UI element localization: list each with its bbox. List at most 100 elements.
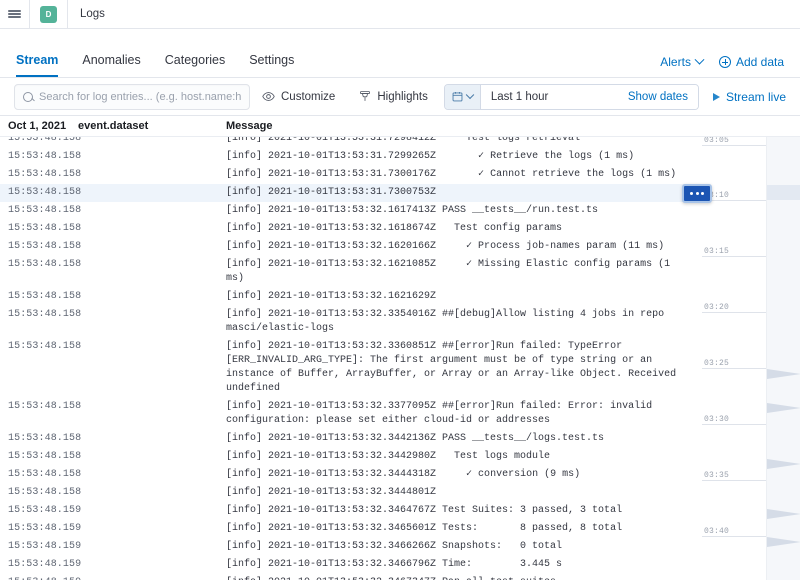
log-message: [info] 2021-10-01T13:53:32.3465601Z Test… — [226, 523, 623, 534]
ellipsis-dot — [701, 191, 704, 195]
log-timestamp: 15:53:48.158 — [8, 487, 82, 498]
search-input[interactable] — [39, 90, 241, 103]
table-row[interactable]: 15:53:48.159 [info] 2021-10-01T13:53:32.3… — [0, 574, 700, 580]
stream-live-button[interactable]: Stream live — [699, 90, 786, 104]
alerts-menu-button[interactable]: Alerts — [660, 54, 705, 68]
tab-stream[interactable]: Stream — [16, 53, 59, 77]
date-range-value[interactable]: Last 1 hour — [480, 84, 618, 109]
table-row[interactable]: 15:53:48.158 [info] 2021-10-01T13:53:32.1… — [0, 220, 700, 238]
customize-button[interactable]: Customize — [250, 90, 347, 103]
table-row[interactable]: 15:53:48.159 [info] 2021-10-01T13:53:32.3… — [0, 538, 700, 556]
minimap-density-marker — [767, 369, 800, 379]
timeline-tick-line — [702, 312, 766, 313]
log-message: [info] 2021-10-01T13:53:32.3442136Z PASS… — [226, 433, 605, 444]
log-timestamp: 15:53:48.158 — [8, 169, 82, 180]
table-row[interactable]: 15:53:48.158 [info] 2021-10-01T13:53:32.3… — [0, 306, 700, 338]
avatar: D — [40, 5, 57, 23]
log-timestamp: 15:53:48.158 — [8, 401, 82, 412]
timeline-tick-line — [702, 424, 766, 425]
log-message: [info] 2021-10-01T13:53:32.3464767Z Test… — [226, 505, 623, 516]
table-row[interactable]: 15:53:48.158 [info] 2021-10-01T13:53:32.3… — [0, 466, 700, 484]
column-header-dataset[interactable]: event.dataset — [78, 120, 226, 132]
log-minimap[interactable] — [766, 137, 800, 580]
log-timestamp: 15:53:48.159 — [8, 505, 82, 516]
log-timestamp: 15:53:48.158 — [8, 151, 82, 162]
log-message: [info] 2021-10-01T13:53:32.1620166Z ✓ Pr… — [226, 241, 665, 252]
minimap-density-marker — [767, 509, 800, 519]
table-row[interactable]: 15:53:48.159 [info] 2021-10-01T13:53:32.3… — [0, 502, 700, 520]
highlight-icon — [359, 90, 371, 103]
table-row[interactable]: 15:53:48.158 [info] 2021-10-01T13:53:31.7… — [0, 166, 700, 184]
column-header-message[interactable]: Message — [226, 120, 704, 132]
tab-categories[interactable]: Categories — [165, 53, 225, 78]
column-headers: Oct 1, 2021 event.dataset Message — [0, 116, 800, 137]
log-timestamp: 15:53:48.158 — [8, 469, 82, 480]
table-row[interactable]: 15:53:48.158 [info] 2021-10-01T13:53:32.1… — [0, 202, 700, 220]
log-timestamp: 15:53:48.159 — [6, 576, 81, 580]
table-row[interactable]: 15:53:48.158 [info] 2021-10-01T13:53:31.7… — [0, 148, 700, 166]
tabs: Stream Anomalies Categories Settings — [16, 53, 294, 78]
log-message: [info] 2021-10-01T13:53:32.3360851Z ##[e… — [226, 341, 683, 394]
log-scroll-region[interactable]: 15:53:48.158 [info] 2021-10-01T13:53:31.7… — [0, 137, 700, 580]
table-row[interactable]: 15:53:48.158 [info] 2021-10-01T13:53:32.3… — [0, 398, 700, 430]
log-message: [info] 2021-10-01T13:53:31.7300753Z — [226, 187, 437, 198]
log-timestamp: 15:53:48.158 — [8, 259, 82, 270]
date-picker: Last 1 hour Show dates — [443, 83, 699, 110]
timeline-tick-label: 03:25 — [704, 359, 730, 368]
table-row[interactable]: 15:53:48.159 [info] 2021-10-01T13:53:32.3… — [0, 520, 700, 538]
table-row[interactable]: 15:53:48.158 [info] 2021-10-01T13:53:32.1… — [0, 256, 700, 288]
table-row[interactable]: 15:53:48.158 [info] 2021-10-01T13:53:32.1… — [0, 288, 700, 306]
log-timestamp: 15:53:48.158 — [8, 309, 82, 320]
log-timestamp: 15:53:48.158 — [8, 223, 82, 234]
calendar-icon — [452, 91, 463, 102]
log-timestamp: 15:53:48.158 — [8, 241, 82, 252]
timeline-tick-label: 03:15 — [704, 247, 730, 256]
timeline-ruler[interactable]: 03:05 03:10 03:15 03:20 03:25 03:30 03:35 03:40… — [700, 137, 766, 580]
tab-anomalies[interactable]: Anomalies — [82, 53, 140, 78]
hamburger-icon[interactable] — [0, 0, 29, 28]
log-timestamp: 15:53:48.158 — [8, 137, 82, 144]
table-row[interactable]: 15:53:48.158 [info] 2021-10-01T13:53:32.1… — [0, 238, 700, 256]
column-header-time: Oct 1, 2021 — [8, 120, 67, 132]
log-timestamp: 15:53:48.159 — [8, 541, 82, 552]
log-message: [info] 2021-10-01T13:53:32.1621629Z — [226, 291, 437, 302]
minimap-density-marker — [767, 403, 800, 413]
log-message: [info] 2021-10-01T13:53:32.1621085Z ✓ Mi… — [226, 259, 677, 284]
log-timestamp: 15:53:48.159 — [8, 523, 82, 534]
timeline-tick-label: 03:20 — [704, 303, 730, 312]
log-message: [info] 2021-10-01T13:53:32.3444801Z — [226, 487, 437, 498]
chrome-bar: D Logs — [0, 0, 800, 29]
timeline-tick-label: 03:30 — [704, 415, 730, 424]
minimap-density-marker — [767, 459, 800, 469]
show-dates-button[interactable]: Show dates — [617, 84, 698, 109]
add-data-button[interactable]: Add data — [718, 56, 784, 68]
table-row[interactable]: 15:53:48.158 [info] 2021-10-01T13:53:32.3… — [0, 448, 700, 466]
stream-live-label: Stream live — [725, 89, 786, 104]
table-row[interactable]: 15:53:48.158 [info] 2021-10-01T13:53:32.3… — [0, 430, 700, 448]
date-quick-select-button[interactable] — [444, 84, 481, 109]
tab-settings[interactable]: Settings — [249, 53, 294, 78]
table-row[interactable]: 15:53:48.158 [info] 2021-10-01T13:53:32.3… — [0, 338, 700, 398]
plus-circle-icon — [718, 56, 731, 68]
log-timestamp: 15:53:48.158 — [8, 451, 82, 462]
tab-bar: Stream Anomalies Categories Settings Ale… — [0, 29, 800, 78]
table-row[interactable]: 15:53:48.159 [info] 2021-10-01T13:53:32.3… — [0, 556, 700, 574]
ellipsis-dot — [695, 191, 699, 195]
search-box[interactable] — [14, 83, 250, 110]
highlights-button[interactable]: Highlights — [347, 90, 440, 103]
log-message: [info] 2021-10-01T13:53:32.3466266Z Snap… — [226, 541, 563, 552]
timeline-tick-line — [702, 368, 766, 369]
table-row[interactable]: 15:53:48.158 [info] 2021-10-01T13:53:31.7… — [0, 184, 700, 202]
log-timestamp: 15:53:48.158 — [8, 205, 82, 216]
log-timestamp: 15:53:48.158 — [8, 433, 82, 444]
log-message: [info] 2021-10-01T13:53:31.7299265Z ✓ Re… — [226, 151, 635, 162]
row-actions-button[interactable] — [682, 183, 712, 203]
timeline-tick-line — [702, 480, 766, 481]
space-avatar[interactable]: D — [30, 0, 67, 28]
timeline-tick-line — [702, 145, 766, 146]
log-message: [info] 2021-10-01T13:53:32.1618674Z Test… — [226, 223, 563, 234]
timeline-tick-line — [702, 536, 766, 537]
timeline-tick-line — [702, 256, 766, 257]
table-row[interactable]: 15:53:48.158 [info] 2021-10-01T13:53:32.3… — [0, 484, 700, 502]
table-row[interactable]: 15:53:48.158 [info] 2021-10-01T13:53:31.7… — [0, 137, 700, 148]
